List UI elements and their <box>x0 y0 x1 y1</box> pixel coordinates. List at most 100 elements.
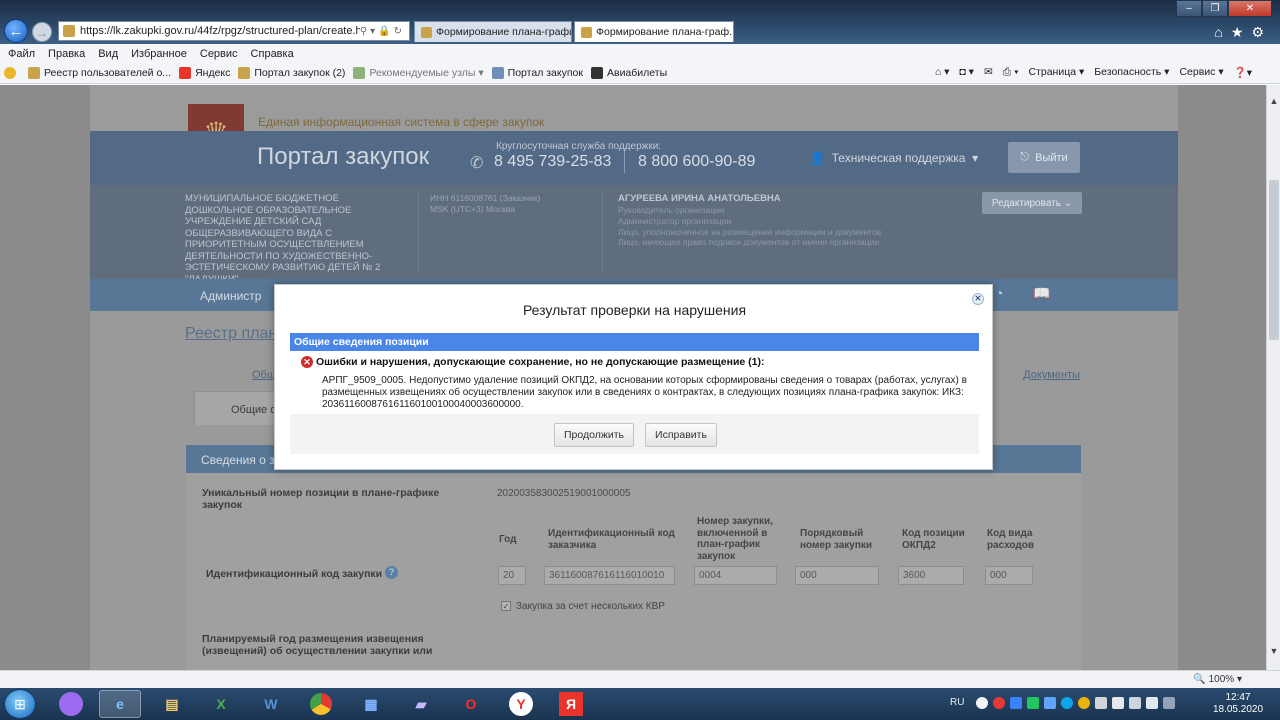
scroll-down-icon[interactable]: ▼ <box>1267 643 1280 659</box>
nav-administration[interactable]: Администр <box>200 289 261 303</box>
taskbar: ⊞ e ▤ X W ▦ ▰ O Y Я RU 12:47 18.05.2020 <box>0 688 1280 720</box>
menu-item[interactable]: Файл <box>8 48 35 60</box>
print-icon[interactable]: ⎙ ▾ <box>1003 66 1019 79</box>
col-purchase-number: Номер закупки, включенной в план-график … <box>697 516 773 562</box>
menu-bar: Файл Правка Вид Избранное Сервис Справка <box>0 44 1280 63</box>
favorite-link[interactable]: Рекомендуемые узлы ▾ <box>353 67 484 79</box>
taskbar-app-icon[interactable] <box>50 690 92 718</box>
app-tray-icon[interactable] <box>1044 697 1056 709</box>
app-tray-icon[interactable] <box>1078 697 1090 709</box>
input-language[interactable]: RU <box>950 697 964 708</box>
browser-tab-1[interactable]: Формирование плана-графи... <box>414 21 572 42</box>
telegram-icon[interactable] <box>1061 697 1073 709</box>
explorer-icon[interactable]: ▤ <box>151 690 193 718</box>
close-icon[interactable]: ✕ <box>972 293 984 305</box>
tech-support-menu[interactable]: 👤 Техническая поддержка ▾ <box>810 151 978 165</box>
continue-button[interactable]: Продолжить <box>554 423 634 447</box>
favorite-link[interactable]: Реестр пользователей о... <box>28 67 171 79</box>
browser-tab-2[interactable]: Формирование плана-граф... ✕ <box>574 21 734 42</box>
violations-dialog: Результат проверки на нарушения ✕ Общие … <box>274 284 993 470</box>
year-input[interactable]: 20 <box>498 566 526 585</box>
menu-item[interactable]: Сервис <box>200 48 238 60</box>
minimize-icon[interactable]: – <box>1176 0 1202 17</box>
back-arrow-icon[interactable]: ← <box>4 19 28 43</box>
menu-item[interactable]: Избранное <box>131 48 187 60</box>
purchase-number-input[interactable]: 0004 <box>694 566 777 585</box>
network-icon[interactable] <box>1129 697 1141 709</box>
help-icon[interactable]: ? <box>385 566 398 579</box>
home-icon[interactable]: ⌂ <box>1214 24 1230 40</box>
yandex-tray-icon[interactable] <box>976 697 988 709</box>
app-tray-icon[interactable] <box>1163 697 1175 709</box>
chrome-icon[interactable] <box>300 690 342 718</box>
start-button-icon[interactable]: ⊞ <box>4 689 36 719</box>
logout-button[interactable]: ⎋ Выйти <box>1008 142 1080 173</box>
rss-icon[interactable]: ◘ ▾ <box>959 66 974 79</box>
restore-icon[interactable]: ❐ <box>1202 0 1228 17</box>
status-bar: 🔍 100% ▾ <box>0 670 1280 688</box>
plane-icon <box>590 67 603 79</box>
edit-button[interactable]: Редактировать ⌄ <box>982 192 1082 214</box>
command-security[interactable]: Безопасность ▾ <box>1094 66 1169 79</box>
favorite-link[interactable]: Авиабилеты <box>590 67 667 79</box>
serial-number-input[interactable]: 000 <box>795 566 879 585</box>
yandex-browser-icon[interactable]: Y <box>500 690 542 718</box>
app-tray-icon[interactable] <box>1095 697 1107 709</box>
notifications-icon[interactable]: ◔ <box>995 285 1003 301</box>
divider <box>624 151 625 173</box>
flag-icon[interactable] <box>1112 697 1124 709</box>
menu-item[interactable]: Правка <box>48 48 85 60</box>
window-close-icon[interactable]: ✕ <box>1228 0 1272 17</box>
address-bar[interactable]: https://lk.zakupki.gov.ru/44fz/rpgz/stru… <box>58 21 410 41</box>
okpd2-input[interactable]: 3600 <box>898 566 964 585</box>
book-icon[interactable]: 📖 <box>1033 285 1050 302</box>
app-icon[interactable]: ▰ <box>400 690 442 718</box>
command-page[interactable]: Страница ▾ <box>1028 66 1084 79</box>
excel-icon[interactable]: X <box>200 690 242 718</box>
zoom-level[interactable]: 🔍 100% ▾ <box>1193 674 1242 685</box>
opera-icon[interactable]: O <box>450 690 492 718</box>
command-tools[interactable]: Сервис ▾ <box>1179 66 1223 79</box>
error-icon: ✕ <box>301 356 313 368</box>
customer-code-input[interactable]: 361160087616116010010 <box>544 566 675 585</box>
address-tools-icon[interactable]: ⚲▾🔒↻ <box>360 26 405 37</box>
favorite-link[interactable]: Яндекс <box>179 67 230 79</box>
favorite-link[interactable]: Портал закупок (2) <box>238 67 345 79</box>
home-icon[interactable]: ⌂ ▾ <box>935 66 950 79</box>
menu-item[interactable]: Справка <box>251 48 294 60</box>
scroll-up-icon[interactable]: ▲ <box>1267 93 1280 109</box>
word-icon[interactable]: W <box>250 690 292 718</box>
registry-link[interactable]: Реестр плана <box>185 325 286 343</box>
address-url[interactable]: https://lk.zakupki.gov.ru/44fz/rpgz/stru… <box>80 25 360 37</box>
organization-inn: ИНН 6116008761 (Заказчик) MSK (UTC+3) Мос… <box>430 193 541 214</box>
favorites-star-icon[interactable] <box>4 67 20 79</box>
app-tray-icon[interactable] <box>1027 697 1039 709</box>
vertical-scrollbar[interactable]: ▲ ▼ <box>1266 85 1280 670</box>
menu-item[interactable]: Вид <box>98 48 118 60</box>
window-controls: – ❐ ✕ <box>1176 0 1272 17</box>
mail-icon[interactable]: ✉ <box>984 66 993 79</box>
volume-icon[interactable] <box>1146 697 1158 709</box>
favorite-link[interactable]: Портал закупок <box>491 67 583 79</box>
portal-title[interactable]: Портал закупок <box>257 143 429 171</box>
app-tray-icon[interactable] <box>1010 697 1022 709</box>
system-tray <box>976 697 1175 709</box>
calculator-icon[interactable]: ▦ <box>350 690 392 718</box>
expense-type-input[interactable]: 000 <box>985 566 1033 585</box>
fix-button[interactable]: Исправить <box>645 423 717 447</box>
gear-icon[interactable]: ⚙ <box>1251 24 1272 40</box>
col-okpd2: Код позиции ОКПД2 <box>902 528 965 551</box>
yandex-icon[interactable]: Я <box>550 690 592 718</box>
opera-tray-icon[interactable] <box>993 697 1005 709</box>
divider <box>602 193 603 271</box>
browser-tab-label: Формирование плана-граф... <box>596 26 734 38</box>
kvr-checkbox[interactable]: ✓ <box>501 601 511 611</box>
scroll-thumb[interactable] <box>1269 180 1279 340</box>
system-clock[interactable]: 12:47 18.05.2020 <box>1208 692 1268 716</box>
ie-icon[interactable]: e <box>99 690 141 718</box>
star-icon[interactable]: ★ <box>1231 24 1252 40</box>
help-icon[interactable]: ❓▾ <box>1234 66 1252 79</box>
tab-documents-link[interactable]: Документы <box>1023 369 1080 381</box>
col-expense-type: Код вида расходов <box>987 528 1034 551</box>
forward-arrow-icon[interactable]: → <box>32 22 52 42</box>
